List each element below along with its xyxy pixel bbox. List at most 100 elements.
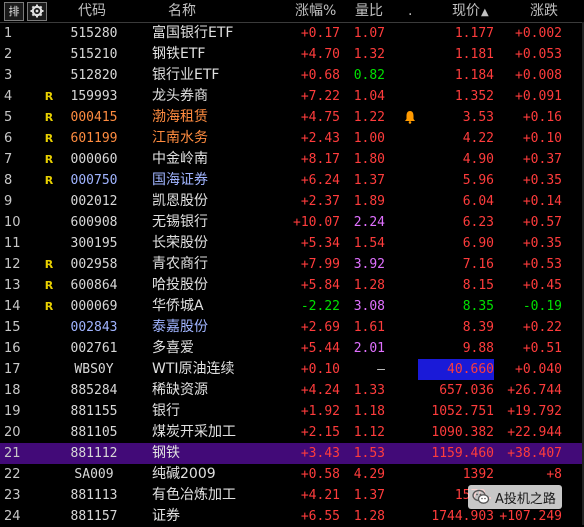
- watermark: A投机之路: [468, 485, 562, 509]
- price-change: +0.040: [515, 362, 562, 377]
- header-price[interactable]: 现价▲: [452, 0, 489, 22]
- current-price: 1090.382: [431, 425, 494, 440]
- row-number: 19: [4, 404, 21, 419]
- row-number: 11: [4, 236, 21, 251]
- change-percent: +5.34: [300, 236, 340, 251]
- table-row[interactable]: 19 881155 银行 +1.92 1.18 1052.751 +19.792: [0, 401, 584, 422]
- table-row[interactable]: 17 WBS0Y WTI原油连续 +0.10 – 40.660 +0.040: [0, 359, 584, 380]
- watermark-text: A投机之路: [495, 491, 556, 507]
- price-change: +0.10: [522, 131, 562, 146]
- current-price: 8.35: [462, 299, 494, 314]
- current-price: 4.90: [462, 152, 494, 167]
- change-percent: +7.22: [300, 89, 340, 104]
- change-percent: +0.58: [300, 467, 340, 482]
- table-row[interactable]: 16 002761 多喜爱 +5.44 2.01 9.88 +0.51: [0, 338, 584, 359]
- volume-ratio: –: [377, 362, 385, 377]
- stock-code: SA009: [74, 467, 114, 482]
- current-price: 40.660: [418, 359, 494, 380]
- change-percent: +2.43: [300, 131, 340, 146]
- stock-name: 钢铁: [152, 445, 180, 461]
- current-price: 9.88: [462, 341, 494, 356]
- table-row[interactable]: 5 R 000415 渤海租赁 +4.75 1.22 3.53 +0.16: [0, 107, 584, 128]
- rzrq-flag: [40, 464, 58, 485]
- stock-name: 无锡银行: [152, 214, 208, 230]
- price-change: +0.53: [522, 257, 562, 272]
- price-change: +0.45: [522, 278, 562, 293]
- change-percent: +4.70: [300, 47, 340, 62]
- price-change: +107.249: [499, 509, 562, 524]
- rzrq-flag: [40, 485, 58, 506]
- header-code[interactable]: 代码: [78, 0, 106, 22]
- volume-ratio: 1.32: [353, 47, 385, 62]
- current-price: 1159.460: [431, 446, 494, 461]
- current-price: 1052.751: [431, 404, 494, 419]
- change-percent: +4.24: [300, 383, 340, 398]
- row-number: 23: [4, 488, 21, 503]
- rzrq-flag: [40, 506, 58, 527]
- change-percent: +5.44: [300, 341, 340, 356]
- volume-ratio: 1.33: [353, 383, 385, 398]
- volume-ratio: 1.07: [353, 26, 385, 41]
- volume-ratio: 1.22: [353, 110, 385, 125]
- rzrq-flag: [40, 212, 58, 233]
- stock-code: 881157: [70, 509, 118, 524]
- table-row[interactable]: 2 515210 钢铁ETF +4.70 1.32 1.181 +0.053: [0, 44, 584, 65]
- header-pct[interactable]: 涨幅%: [295, 0, 336, 22]
- row-number: 13: [4, 278, 21, 293]
- header-vol-ratio[interactable]: 量比: [355, 0, 383, 22]
- change-percent: +2.37: [300, 194, 340, 209]
- rzrq-flag: [40, 65, 58, 86]
- header-change[interactable]: 涨跌: [530, 0, 558, 22]
- gear-icon[interactable]: [27, 2, 47, 21]
- table-row[interactable]: 1 515280 富国银行ETF +0.17 1.07 1.177 +0.002: [0, 23, 584, 44]
- volume-ratio: 2.24: [353, 215, 385, 230]
- volume-ratio: 1.28: [353, 509, 385, 524]
- stock-name: 煤炭开采加工: [152, 424, 236, 440]
- stock-code: 000069: [70, 299, 118, 314]
- table-row[interactable]: 9 002012 凯恩股份 +2.37 1.89 6.04 +0.14: [0, 191, 584, 212]
- stock-quote-table: 排 代码 名称 涨幅% 量比 . 现价▲ 涨跌 1 515280 富国银行ETF +0…: [0, 0, 584, 527]
- table-row[interactable]: 7 R 000060 中金岭南 +8.17 1.80 4.90 +0.37: [0, 149, 584, 170]
- volume-ratio: 4.29: [353, 467, 385, 482]
- change-percent: -2.22: [300, 299, 340, 314]
- table-row[interactable]: 22 SA009 纯碱2009 +0.58 4.29 1392 +8: [0, 464, 584, 485]
- rzrq-flag: [40, 191, 58, 212]
- table-row[interactable]: 21 881112 钢铁 +3.43 1.53 1159.460 +38.407: [0, 443, 584, 464]
- volume-ratio: 1.12: [353, 425, 385, 440]
- table-row[interactable]: 11 300195 长荣股份 +5.34 1.54 6.90 +0.35: [0, 233, 584, 254]
- price-change: +0.16: [522, 110, 562, 125]
- table-row[interactable]: 6 R 601199 江南水务 +2.43 1.00 4.22 +0.10: [0, 128, 584, 149]
- table-row[interactable]: 12 R 002958 青农商行 +7.99 3.92 7.16 +0.53: [0, 254, 584, 275]
- table-row[interactable]: 13 R 600864 哈投股份 +5.84 1.28 8.15 +0.45: [0, 275, 584, 296]
- table-row[interactable]: 4 R 159993 龙头券商 +7.22 1.04 1.352 +0.091: [0, 86, 584, 107]
- stock-name: 龙头券商: [152, 88, 208, 104]
- row-number: 8: [4, 173, 13, 188]
- table-row[interactable]: 18 885284 稀缺资源 +4.24 1.33 657.036 +26.744: [0, 380, 584, 401]
- bell-icon[interactable]: [404, 110, 416, 124]
- stock-name: 国海证券: [152, 172, 208, 188]
- volume-ratio: 3.08: [353, 299, 385, 314]
- table-row[interactable]: 15 002843 泰嘉股份 +2.69 1.61 8.39 +0.22: [0, 317, 584, 338]
- stock-code: 881105: [70, 425, 118, 440]
- table-row[interactable]: 8 R 000750 国海证券 +6.24 1.37 5.96 +0.35: [0, 170, 584, 191]
- stock-code: 881112: [70, 446, 118, 461]
- price-change: +0.053: [515, 47, 562, 62]
- rzrq-flag: R: [44, 132, 54, 145]
- table-row[interactable]: 14 R 000069 华侨城A -2.22 3.08 8.35 -0.19: [0, 296, 584, 317]
- change-percent: +6.55: [300, 509, 340, 524]
- table-row[interactable]: 10 600908 无锡银行 +10.07 2.24 6.23 +0.57: [0, 212, 584, 233]
- header-price-label: 现价: [452, 3, 480, 19]
- table-header: 排 代码 名称 涨幅% 量比 . 现价▲ 涨跌: [0, 0, 584, 23]
- change-percent: +1.92: [300, 404, 340, 419]
- table-row[interactable]: 24 881157 证券 +6.55 1.28 1744.903 +107.249: [0, 506, 584, 527]
- price-change: +0.35: [522, 173, 562, 188]
- current-price: 5.96: [462, 173, 494, 188]
- sort-button[interactable]: 排: [4, 2, 24, 21]
- table-row[interactable]: 20 881105 煤炭开采加工 +2.15 1.12 1090.382 +22.944: [0, 422, 584, 443]
- stock-name: 渤海租赁: [152, 109, 208, 125]
- header-name[interactable]: 名称: [168, 0, 196, 22]
- table-row[interactable]: 3 512820 银行业ETF +0.68 0.82 1.184 +0.008: [0, 65, 584, 86]
- row-number: 20: [4, 425, 21, 440]
- current-price: 1.184: [454, 68, 494, 83]
- stock-name: 银行: [152, 403, 180, 419]
